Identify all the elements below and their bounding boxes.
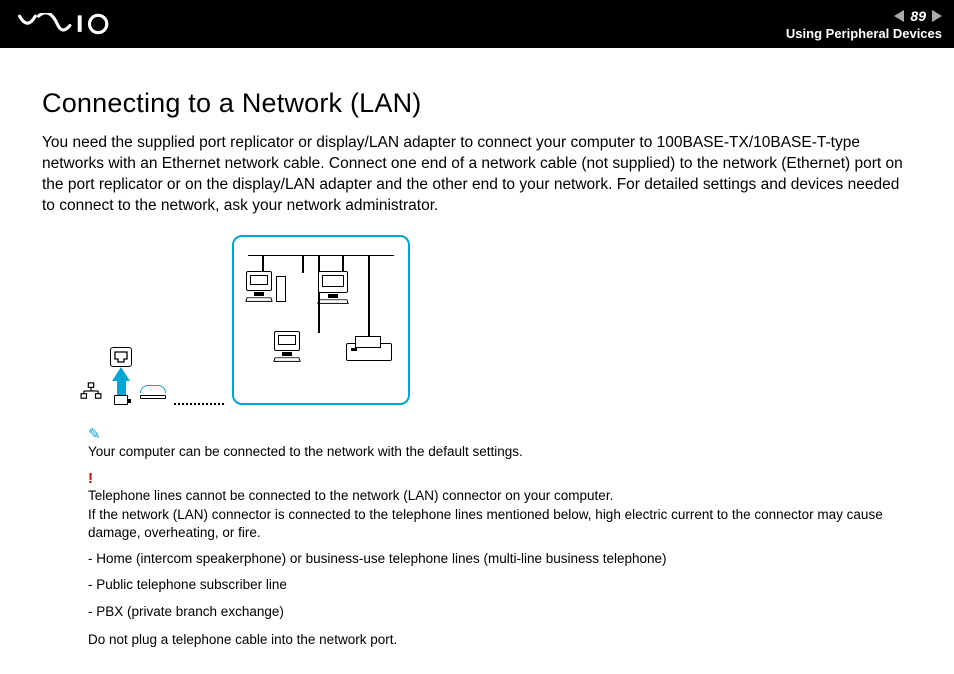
ethernet-port-icon xyxy=(110,347,132,367)
next-page-icon[interactable] xyxy=(932,10,942,22)
page-nav: 89 xyxy=(894,8,942,24)
page-number: 89 xyxy=(910,8,926,24)
intro-paragraph: You need the supplied port replicator or… xyxy=(42,133,912,217)
cable-plug-icon xyxy=(114,395,128,405)
arrow-up-icon xyxy=(112,367,130,395)
network-diagram xyxy=(80,235,912,405)
warning-final: Do not plug a telephone cable into the n… xyxy=(88,631,912,649)
vaio-logo xyxy=(18,13,128,35)
warning-bullet: - PBX (private branch exchange) xyxy=(88,603,912,621)
note-text: Your computer can be connected to the ne… xyxy=(88,444,523,459)
warning-bullet: - Public telephone subscriber line xyxy=(88,576,912,594)
warning-bullet: - Home (intercom speakerphone) or busine… xyxy=(88,550,912,568)
warning-icon: ! xyxy=(88,469,912,489)
page-header: 89 Using Peripheral Devices xyxy=(0,0,954,48)
warning-line-2: If the network (LAN) connector is connec… xyxy=(88,506,912,542)
printer-icon xyxy=(346,337,392,365)
note-icon: ✎ xyxy=(88,425,912,445)
computer-icon xyxy=(246,271,286,302)
section-name: Using Peripheral Devices xyxy=(786,26,942,41)
cable-dotted-line xyxy=(174,403,224,405)
network-tree-icon xyxy=(80,382,102,405)
replicator-icon xyxy=(140,385,166,393)
page-content: Connecting to a Network (LAN) You need t… xyxy=(0,48,954,649)
page-title: Connecting to a Network (LAN) xyxy=(42,88,912,119)
computer-icon xyxy=(318,271,348,304)
prev-page-icon[interactable] xyxy=(894,10,904,22)
computer-icon xyxy=(274,331,300,362)
lan-illustration xyxy=(232,235,410,405)
warning-line-1: Telephone lines cannot be connected to t… xyxy=(88,487,912,505)
